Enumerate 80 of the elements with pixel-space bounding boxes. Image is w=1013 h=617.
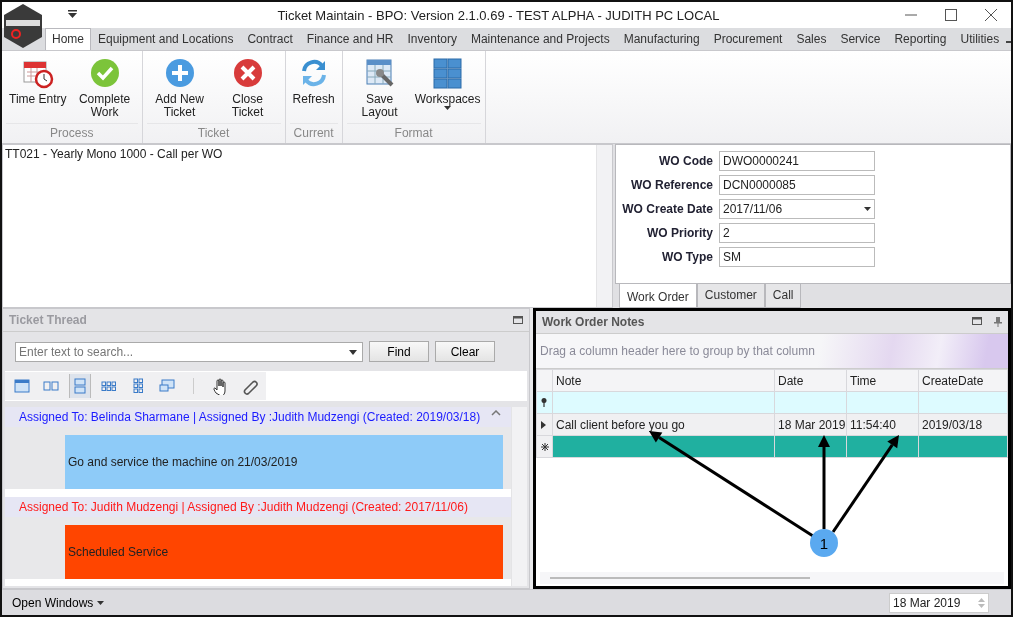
form-tab[interactable]: Work Order [619,284,697,308]
column-header[interactable]: CreateDate [918,369,1008,392]
ribbon-button[interactable]: Workspaces [414,55,481,123]
field-label: WO Code [658,154,713,168]
panel-title: Ticket Thread [9,313,87,327]
field-label: WO Create Date [621,202,713,216]
scrollbar[interactable] [540,572,1004,584]
menu-tab[interactable]: Equipment and Locations [91,28,241,50]
close-icon[interactable] [985,9,997,21]
date-dropdown[interactable]: 2017/11/06 [719,199,875,219]
entry-note: Go and service the machine on 21/03/2019 [65,435,503,489]
input-field[interactable]: DCN0000085 [719,175,875,195]
description-text: TT021 - Yearly Mono 1000 - Call per WO [4,146,224,163]
entry-header: Assigned To: Judith Mudzengi | Assigned By :Judith Mudzengi (Created: 2017/11/06) [19,500,468,514]
menu-tab[interactable]: Manufacturing [616,28,707,50]
window-title: Ticket Maintain - BPO: Version 2.1.0.69 - TEST ALPHA - JUDITH PC LOCAL [276,7,721,23]
ribbon-button[interactable]: Add New Ticket [146,55,213,123]
maximize-icon[interactable] [945,9,957,21]
field-label: WO Type [660,250,713,264]
caret-icon[interactable] [349,349,357,355]
filter-pin-icon [541,397,547,407]
caret-icon[interactable] [68,10,77,18]
menu-tab[interactable]: Finance and HR [299,28,401,50]
caret-icon [864,207,871,211]
collapse-icon[interactable] [491,410,501,416]
action-button[interactable]: Find [369,341,429,362]
ribbon-group-label: Ticket [146,123,281,143]
menu-tab[interactable]: Utilities [953,28,1007,50]
add-icon [163,57,196,89]
caret-icon [97,600,105,605]
search-field[interactable]: Enter text to search... [15,341,363,362]
field-label: WO Reference [629,178,713,192]
menu-tab[interactable]: Inventory [400,28,464,50]
form-tab[interactable]: Customer [696,284,765,308]
menu-tab[interactable]: Sales [789,28,834,50]
pin-icon[interactable] [994,317,1002,327]
check-icon [88,57,121,89]
input-field[interactable]: DWO0000241 [719,151,875,171]
entry-note: Scheduled Service [65,525,503,579]
maximize-icon[interactable] [513,316,523,324]
entry-header: Assigned To: Belinda Sharmane | Assigned By :Judith Mudzengi (Created: 2019/03/18) [19,410,481,424]
hand-icon [211,377,229,395]
menu-tab[interactable]: Service [833,28,888,50]
ribbon-button[interactable]: Refresh [289,55,338,123]
column-header[interactable]: Time [846,369,919,392]
ribbon-button[interactable]: Complete Work [71,55,138,123]
form-tab[interactable]: Call [764,284,802,308]
menu-tab[interactable]: Maintenance and Projects [463,28,617,50]
monitor-icon [158,377,176,395]
column-header[interactable]: Date [774,369,847,392]
panel-title: Work Order Notes [542,315,645,329]
scrollbar[interactable] [596,145,612,307]
group-panel-hint: Drag a column header here to group by that column [536,334,1008,369]
ribbon-button[interactable]: Time Entry [6,55,70,123]
open-windows-menu[interactable]: Open Windows [6,594,111,611]
window-icon [13,377,31,395]
field-label: WO Priority [646,226,713,240]
action-button[interactable]: Clear [435,341,495,362]
table-wrench-icon [363,57,396,89]
menu-tab[interactable]: Procurement [706,28,790,50]
ribbon-button[interactable]: Close Ticket [214,55,281,123]
menu-tab[interactable]: Reporting [887,28,954,50]
ribbon-group-label: Format [346,123,481,143]
column-header[interactable]: Note [552,369,775,392]
maximize-icon[interactable] [972,317,982,325]
new-row-icon [541,442,549,451]
menu-tab[interactable]: Contract [240,28,300,50]
scrollbar[interactable] [511,407,527,586]
callout-badge: 1 [810,529,838,557]
tiles-icon [431,57,464,89]
input-field[interactable]: 2 [719,223,875,243]
menu-tab[interactable]: Home [45,28,91,50]
spin-icon [978,596,985,609]
ribbon-button[interactable]: Save Layout [346,55,413,123]
input-field[interactable]: SM [719,247,875,267]
close-icon [231,57,264,89]
ribbon-group-label: Current [289,123,338,143]
date-field[interactable]: 18 Mar 2019 [889,592,989,613]
ribbon-group-label: Process [6,123,138,143]
rows-icon [71,377,89,395]
